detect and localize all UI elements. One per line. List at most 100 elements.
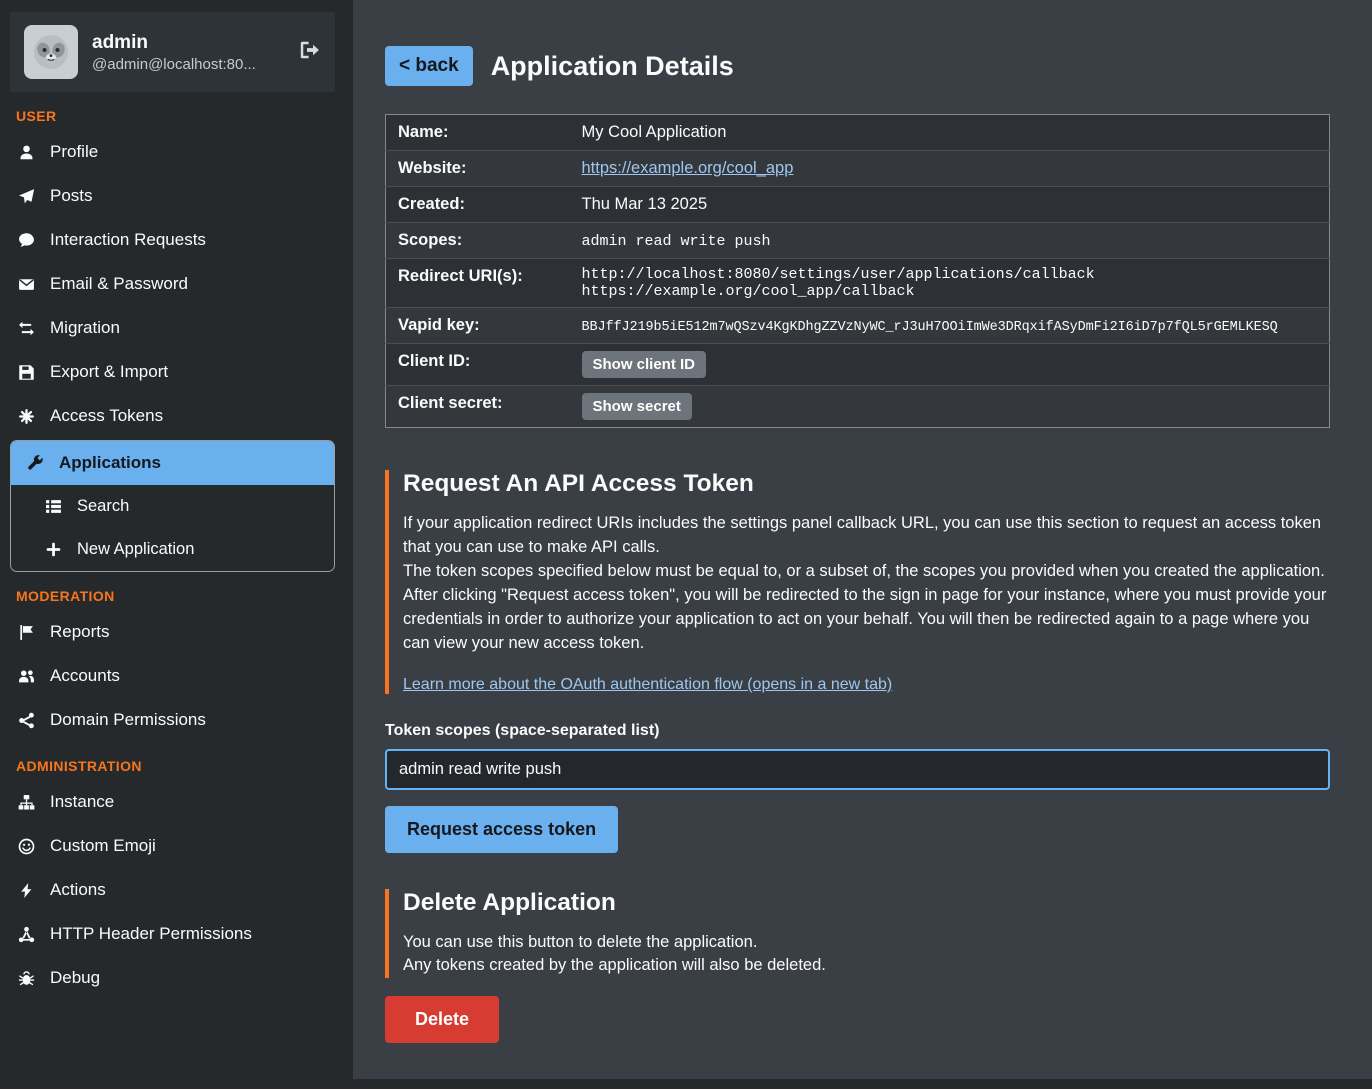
sitemap-icon [16, 794, 36, 811]
token-scopes-input[interactable] [385, 749, 1330, 790]
sidebar-item-label: Email & Password [50, 274, 188, 294]
sidebar-item-domain-permissions[interactable]: Domain Permissions [0, 698, 345, 742]
sidebar-item-applications[interactable]: Applications [11, 441, 334, 485]
sidebar-item-label: Accounts [50, 666, 120, 686]
section-heading-user: USER [16, 108, 329, 124]
sidebar-item-new-application[interactable]: New Application [11, 528, 334, 571]
back-button[interactable]: < back [385, 46, 473, 86]
token-section: Request An API Access Token If your appl… [385, 470, 1330, 853]
detail-label: Website: [386, 151, 576, 187]
sidebar-item-label: Applications [59, 453, 161, 473]
sidebar-item-posts[interactable]: Posts [0, 174, 345, 218]
paragraph: Any tokens created by the application wi… [403, 954, 1330, 978]
sidebar-item-export-import[interactable]: Export & Import [0, 350, 345, 394]
user-info: admin @admin@localhost:80... [92, 31, 256, 73]
details-body: Name: My Cool Application Website: https://… [386, 115, 1330, 428]
smile-icon [16, 838, 36, 855]
sidebar-item-accounts[interactable]: Accounts [0, 654, 345, 698]
plus-icon [43, 541, 63, 558]
paragraph: After clicking "Request access token", y… [403, 584, 1330, 656]
sidebar-item-instance[interactable]: Instance [0, 780, 345, 824]
delete-paragraphs: You can use this button to delete the ap… [403, 931, 1330, 979]
sidebar-item-search[interactable]: Search [11, 485, 334, 528]
applications-group: Applications Search New Application [10, 440, 335, 572]
save-icon [16, 364, 36, 381]
detail-label: Scopes: [386, 223, 576, 259]
delete-section: Delete Application You can use this butt… [385, 889, 1330, 1044]
sidebar-item-access-tokens[interactable]: Access Tokens [0, 394, 345, 438]
detail-label: Client ID: [386, 344, 576, 386]
sidebar-item-debug[interactable]: Debug [0, 956, 345, 1000]
detail-row: Scopes: admin read write push [386, 223, 1330, 259]
detail-label: Vapid key: [386, 308, 576, 344]
delete-section-title: Delete Application [403, 889, 1330, 917]
bug-icon [16, 970, 36, 987]
sidebar-item-label: Domain Permissions [50, 710, 206, 730]
sidebar-item-http-header-permissions[interactable]: HTTP Header Permissions [0, 912, 345, 956]
sidebar-item-label: Search [77, 497, 129, 516]
sidebar-item-label: Profile [50, 142, 98, 162]
sloth-avatar [24, 25, 78, 79]
sidebar-item-email-password[interactable]: Email & Password [0, 262, 345, 306]
user-card[interactable]: admin @admin@localhost:80... [10, 12, 335, 92]
certificate-icon [16, 408, 36, 425]
exchange-icon [16, 320, 36, 337]
sidebar-item-label: Reports [50, 622, 110, 642]
detail-value: http://localhost:8080/settings/user/appl… [582, 266, 1324, 283]
paper-plane-icon [16, 188, 36, 205]
envelope-icon [16, 276, 36, 293]
sign-out-icon[interactable] [299, 39, 321, 66]
website-link[interactable]: https://example.org/cool_app [582, 159, 794, 177]
tools-icon [25, 455, 45, 472]
users-icon [16, 668, 36, 685]
detail-row: Vapid key: BBJffJ219b5iE512m7wQSzv4KgKDhg… [386, 308, 1330, 344]
paragraph: If your application redirect URIs includ… [403, 512, 1330, 560]
detail-row: Website: https://example.org/cool_app [386, 151, 1330, 187]
sidebar-item-reports[interactable]: Reports [0, 610, 345, 654]
detail-value: BBJffJ219b5iE512m7wQSzv4KgKDhgZZVzNyWC_r… [582, 320, 1278, 335]
network-icon [16, 926, 36, 943]
main-content: < back Application Details Name: My Cool … [353, 0, 1372, 1079]
user-icon [16, 144, 36, 161]
sidebar-item-label: Actions [50, 880, 106, 900]
sidebar-item-label: HTTP Header Permissions [50, 924, 252, 944]
application-details-table: Name: My Cool Application Website: https://… [385, 114, 1330, 428]
user-handle: @admin@localhost:80... [92, 56, 256, 73]
delete-button[interactable]: Delete [385, 996, 499, 1043]
detail-value: admin read write push [582, 233, 771, 250]
section-heading-moderation: MODERATION [16, 588, 329, 604]
list-icon [43, 498, 63, 515]
detail-row: Client ID:Show client ID [386, 344, 1330, 386]
token-section-title: Request An API Access Token [403, 470, 1330, 498]
page-title: Application Details [491, 51, 734, 82]
user-name: admin [92, 31, 256, 56]
sidebar-item-interaction-requests[interactable]: Interaction Requests [0, 218, 345, 262]
detail-label: Client secret: [386, 386, 576, 428]
sidebar-item-label: Custom Emoji [50, 836, 156, 856]
sidebar-item-label: Debug [50, 968, 100, 988]
detail-value: https://example.org/cool_app/callback [582, 283, 1324, 300]
detail-row: Client secret:Show secret [386, 386, 1330, 428]
sidebar-item-label: Instance [50, 792, 114, 812]
detail-row: Created:Thu Mar 13 2025 [386, 187, 1330, 223]
sidebar-nav: USER Profile PostsInteraction Requests Emai… [0, 108, 345, 1000]
detail-label: Created: [386, 187, 576, 223]
request-access-token-button[interactable]: Request access token [385, 806, 618, 853]
sidebar-item-label: Migration [50, 318, 120, 338]
sidebar-item-custom-emoji[interactable]: Custom Emoji [0, 824, 345, 868]
sidebar-item-label: Export & Import [50, 362, 168, 382]
section-heading-administration: ADMINISTRATION [16, 758, 329, 774]
show-client-id-button[interactable]: Show client ID [582, 351, 707, 378]
paragraph: You can use this button to delete the ap… [403, 931, 1330, 955]
detail-label: Name: [386, 115, 576, 151]
show-secret-button[interactable]: Show secret [582, 393, 692, 420]
page-header: < back Application Details [385, 46, 1330, 86]
sidebar-item-actions[interactable]: Actions [0, 868, 345, 912]
sidebar-item-profile[interactable]: Profile [0, 130, 345, 174]
token-paragraphs: If your application redirect URIs includ… [403, 512, 1330, 656]
detail-label: Redirect URI(s): [386, 259, 576, 308]
detail-value: My Cool Application [582, 123, 727, 141]
oauth-docs-link[interactable]: Learn more about the OAuth authenticatio… [403, 676, 892, 694]
sidebar: admin @admin@localhost:80... USER Profile… [0, 0, 345, 1089]
sidebar-item-migration[interactable]: Migration [0, 306, 345, 350]
